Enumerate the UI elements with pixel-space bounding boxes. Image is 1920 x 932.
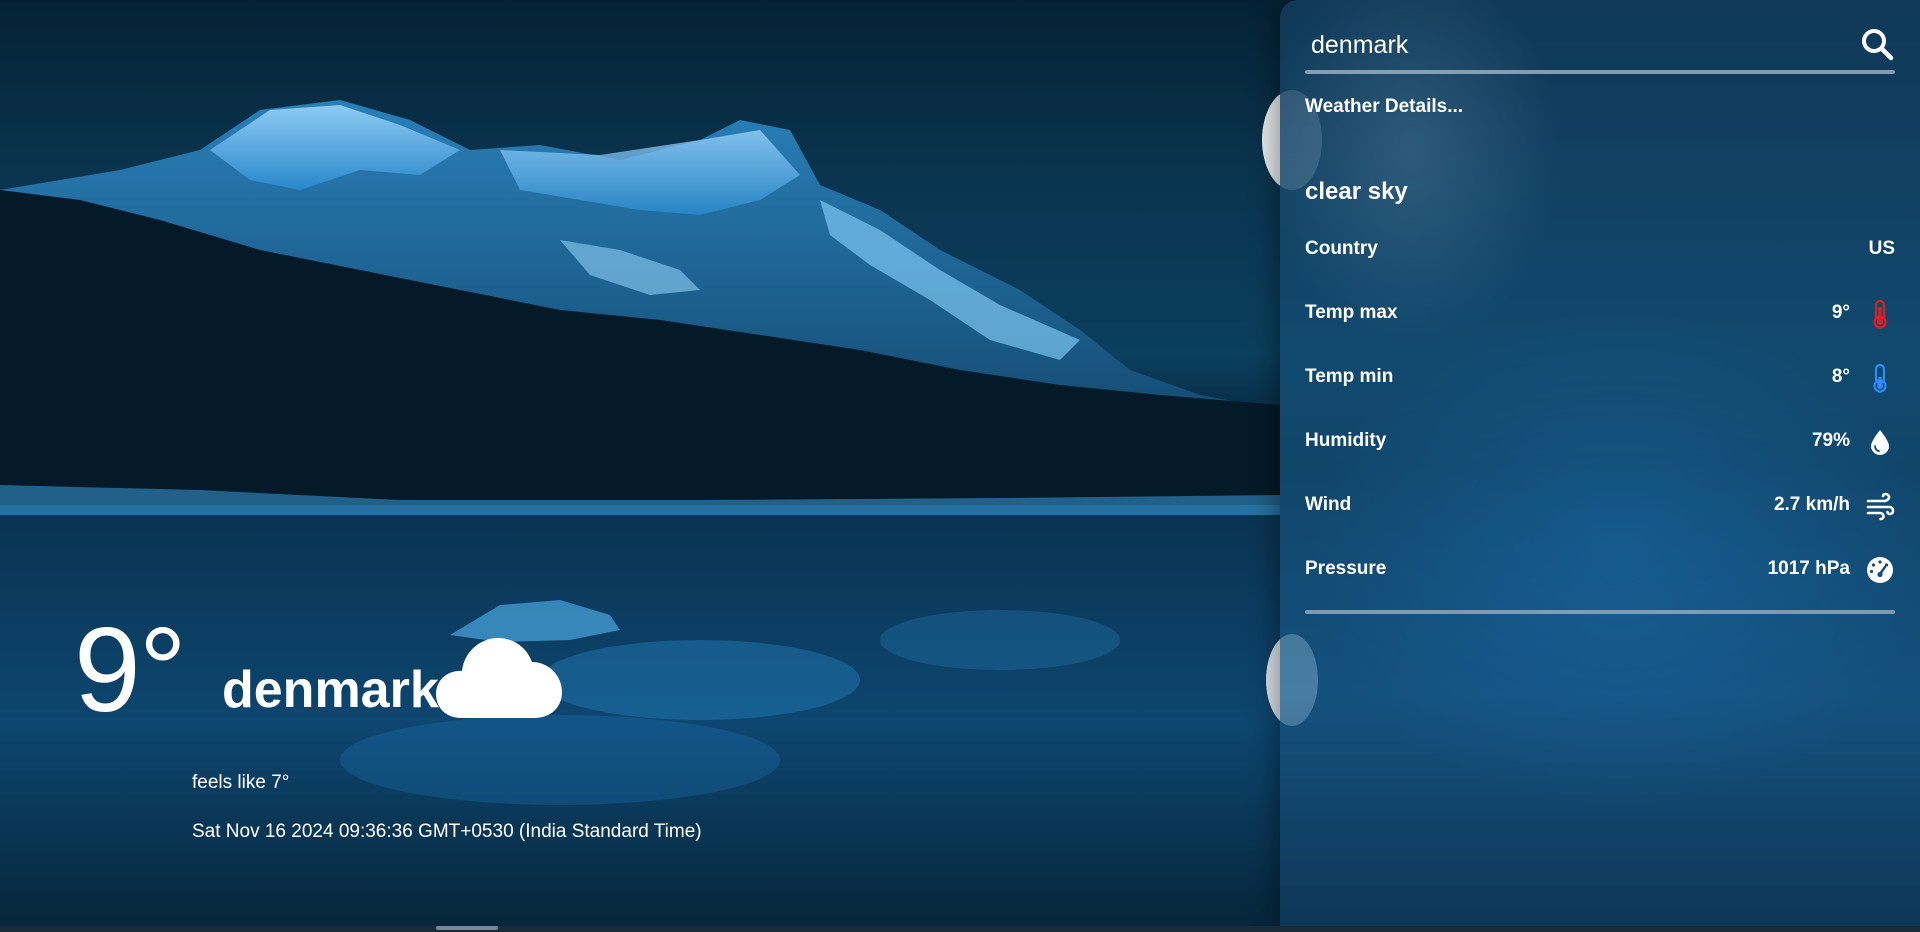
weather-app: 9° denmark feels like 7° Sat Nov 16 2024… (0, 0, 1920, 932)
droplet-icon (1871, 430, 1889, 455)
cloud-icon (436, 638, 562, 718)
detail-value: US (1868, 238, 1895, 259)
detail-row-humidity: Humidity 79% (1305, 427, 1895, 457)
detail-label: Country (1305, 238, 1378, 259)
detail-value: 1017 hPa (1767, 558, 1850, 579)
detail-label: Pressure (1305, 558, 1387, 579)
detail-label: Temp max (1305, 302, 1398, 323)
scrollbar-thumb[interactable] (436, 926, 498, 930)
detail-row-temp-min: Temp min 8° (1305, 363, 1895, 393)
weather-details-panel: Weather Details... clear sky Country US … (1280, 0, 1920, 926)
gauge-icon (1867, 557, 1893, 583)
detail-row-wind: Wind 2.7 km/h (1305, 491, 1895, 521)
detail-row-country: Country US (1305, 235, 1895, 265)
detail-row-temp-max: Temp max 9° (1305, 299, 1895, 329)
detail-value: 8° (1831, 366, 1850, 387)
city-name: denmark (222, 661, 439, 719)
detail-label: Wind (1305, 494, 1352, 515)
current-temperature: 9° (74, 603, 187, 737)
weather-condition: clear sky (1305, 178, 1408, 205)
detail-row-pressure: Pressure 1017 hPa (1305, 555, 1895, 585)
details-divider (1305, 610, 1895, 614)
search-bar (1305, 22, 1895, 74)
detail-value: 2.7 km/h (1773, 494, 1850, 515)
search-icon[interactable] (1859, 26, 1895, 62)
feels-like-text: feels like 7° (192, 772, 290, 793)
wind-icon (1866, 492, 1895, 521)
horizontal-scrollbar[interactable] (0, 926, 1920, 932)
detail-label: Temp min (1305, 366, 1394, 387)
search-input[interactable] (1305, 22, 1845, 68)
search-underline (1305, 70, 1895, 74)
detail-value: 79% (1811, 430, 1850, 451)
detail-label: Humidity (1305, 430, 1387, 451)
detail-value: 9° (1831, 302, 1850, 323)
thermometer-cold-icon (1873, 363, 1887, 393)
thermometer-hot-icon (1873, 299, 1887, 329)
date-time-text: Sat Nov 16 2024 09:36:36 GMT+0530 (India… (192, 821, 702, 842)
details-heading: Weather Details... (1305, 96, 1464, 117)
